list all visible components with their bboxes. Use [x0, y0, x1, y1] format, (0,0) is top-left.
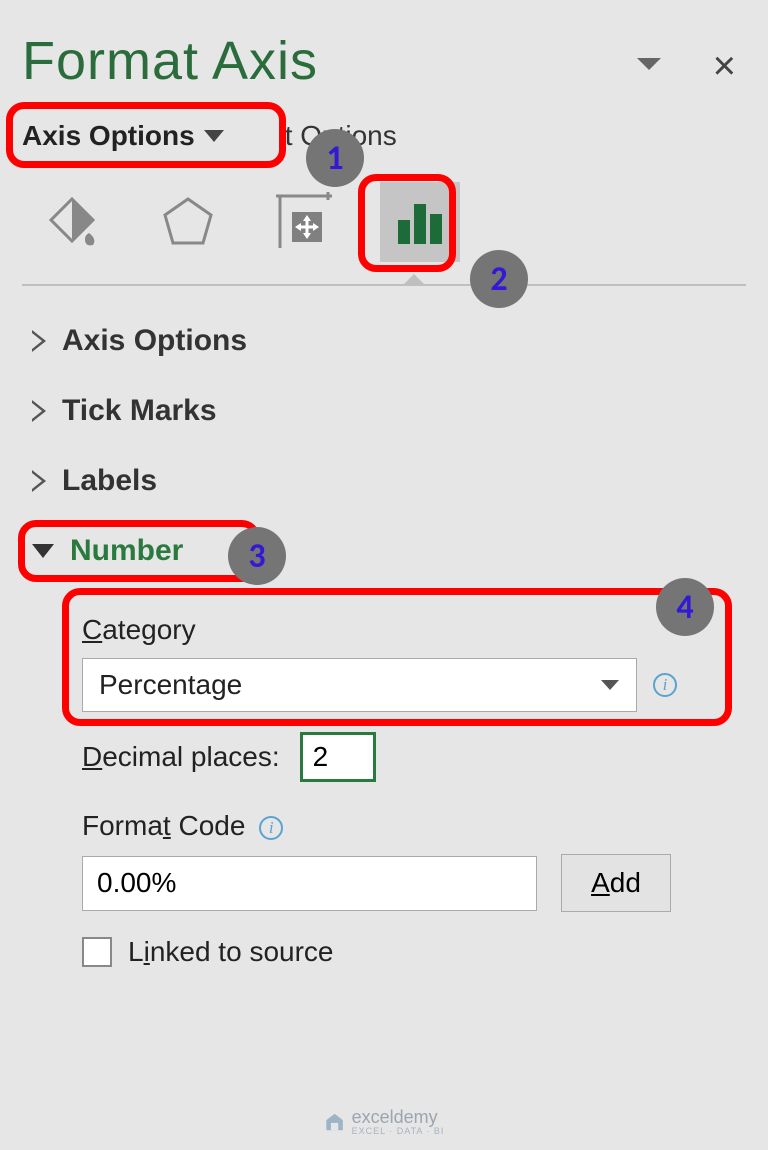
category-select[interactable]: Percentage	[82, 658, 637, 712]
effects-icon[interactable]	[148, 182, 228, 262]
format-code-input[interactable]	[82, 856, 537, 911]
section-label: Axis Options	[62, 324, 247, 358]
decimal-places-input[interactable]	[300, 732, 376, 782]
callout-arrow	[402, 274, 426, 286]
linked-to-source-label: Linked to source	[128, 936, 333, 968]
watermark-sub: EXCEL · DATA · BI	[352, 1126, 445, 1136]
step-badge-3: 3	[228, 527, 286, 585]
chevron-down-icon	[600, 679, 620, 691]
expand-icon	[32, 470, 46, 492]
decimal-places-label: Decimal places:	[82, 741, 280, 773]
step-badge-1: 1	[306, 129, 364, 187]
tab-axis-options[interactable]: Axis Options	[22, 120, 225, 152]
watermark: exceldemy EXCEL · DATA · BI	[324, 1107, 445, 1136]
step-badge-4: 4	[656, 578, 714, 636]
close-icon[interactable]: ×	[713, 44, 746, 89]
section-label: Number	[70, 534, 183, 568]
collapse-icon	[32, 544, 54, 558]
section-label: Tick Marks	[62, 394, 217, 428]
expand-icon	[32, 330, 46, 352]
info-icon[interactable]: i	[653, 673, 677, 697]
watermark-text: exceldemy	[352, 1107, 438, 1127]
pane-title: Format Axis	[22, 30, 318, 92]
section-labels[interactable]: Labels	[28, 446, 746, 516]
section-tick-marks[interactable]: Tick Marks	[28, 376, 746, 446]
axis-options-icon[interactable]	[380, 182, 460, 262]
select-value: Percentage	[99, 669, 242, 701]
format-code-label: Format Code i	[82, 810, 726, 842]
info-icon[interactable]: i	[259, 816, 283, 840]
linked-to-source-checkbox[interactable]	[82, 937, 112, 967]
expand-icon	[32, 400, 46, 422]
tab-label: Axis Options	[22, 120, 195, 152]
section-label: Labels	[62, 464, 157, 498]
divider	[22, 284, 746, 286]
chevron-down-icon	[203, 129, 225, 143]
pane-menu-dropdown[interactable]	[635, 56, 663, 77]
size-properties-icon[interactable]	[264, 182, 344, 262]
add-button[interactable]: Add	[561, 854, 671, 912]
section-axis-options[interactable]: Axis Options	[28, 306, 746, 376]
category-label: Category	[82, 614, 726, 646]
fill-line-icon[interactable]	[32, 182, 112, 262]
section-number[interactable]: Number	[28, 516, 746, 586]
step-badge-2: 2	[470, 250, 528, 308]
